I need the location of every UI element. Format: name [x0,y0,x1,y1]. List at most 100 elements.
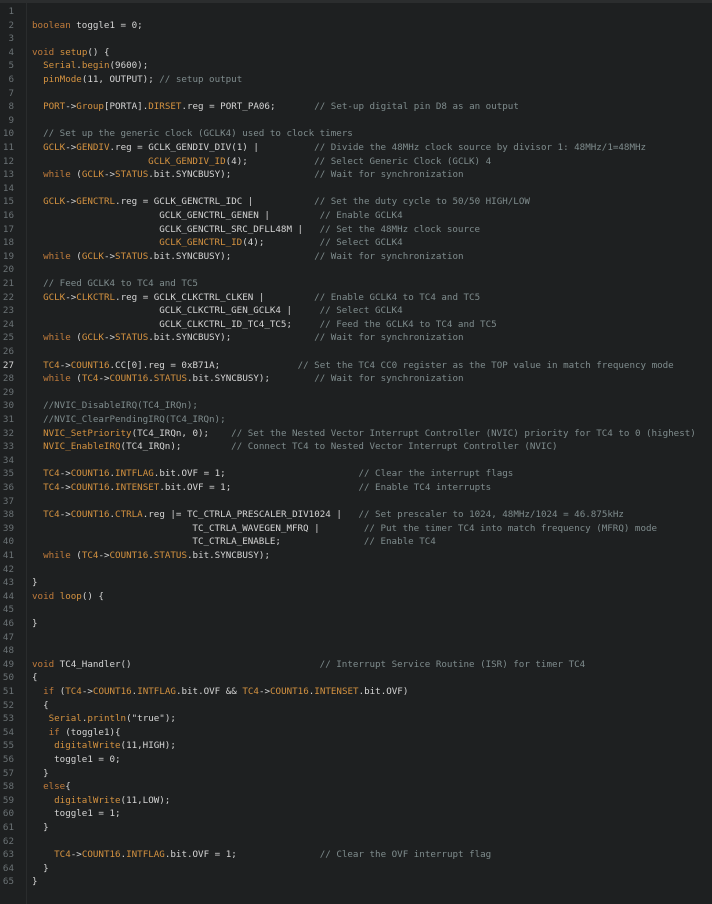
line-number: 43 [2,577,14,589]
code-line[interactable]: while (GCLK->STATUS.bit.SYNCBUSY); // Wa… [32,168,463,182]
line-number: 48 [2,645,14,657]
code-line[interactable]: TC_CTRLA_WAVEGEN_MFRQ | // Put the timer… [32,522,657,536]
code-line[interactable]: GCLK_GENCTRL_SRC_DFLL48M | // Set the 48… [32,223,480,237]
code-line[interactable]: GCLK_CLKCTRL_ID_TC4_TC5; // Feed the GCL… [32,318,496,332]
code-line[interactable]: GCLK->GENCTRL.reg = GCLK_GENCTRL_IDC | /… [32,195,530,209]
line-number: 27 [2,359,14,371]
line-number: 56 [2,754,14,765]
code-line[interactable]: // Set up the generic clock (GCLK4) used… [32,127,353,141]
code-line[interactable]: } [32,767,49,781]
line-number: 12 [2,155,14,167]
code-line[interactable]: } [32,821,49,835]
code-line[interactable]: toggle1 = 1; [32,807,120,821]
code-line[interactable]: while (TC4->COUNT16.STATUS.bit.SYNCBUSY)… [32,372,464,386]
line-number: 20 [2,264,14,276]
line-number: 44 [2,590,14,602]
line-number: 53 [2,713,14,725]
code-line[interactable]: TC4->COUNT16.INTFLAG.bit.OVF = 1; // Cle… [32,467,513,481]
line-number: 21 [2,278,14,289]
line-number: 14 [2,182,14,194]
code-line[interactable]: GCLK_GENCTRL_GENEN | // Enable GCLK4 [32,209,402,223]
line-number: 10 [2,128,14,140]
code-line[interactable]: //NVIC_ClearPendingIRQ(TC4_IRQn); [32,413,226,427]
line-number: 29 [2,386,14,398]
line-number: 38 [2,509,14,521]
gutter-divider [26,3,27,904]
code-line[interactable]: { [32,671,38,685]
code-line[interactable]: TC4->COUNT16.INTENSET.bit.OVF = 1; // En… [32,481,491,495]
code-line[interactable]: while (GCLK->STATUS.bit.SYNCBUSY); // Wa… [32,250,463,264]
line-number: 39 [2,522,14,534]
line-number: 58 [2,781,14,793]
line-number: 35 [2,468,14,480]
line-number: 16 [2,210,14,221]
code-line[interactable]: while (TC4->COUNT16.STATUS.bit.SYNCBUSY)… [32,549,270,563]
line-number: 19 [2,250,14,262]
line-number: 6 [8,74,14,85]
line-number: 2 [8,19,14,31]
line-number: 54 [2,726,14,738]
code-line[interactable]: // Feed GCLK4 to TC4 and TC5 [32,277,198,291]
code-line[interactable]: } [32,576,38,590]
line-number: 28 [2,373,14,385]
line-number: 59 [2,794,14,806]
line-number: 41 [2,550,14,561]
code-line[interactable]: void loop() { [32,590,104,604]
code-line[interactable]: Serial.begin(9600); [32,59,148,73]
line-number: 24 [2,318,14,330]
code-line[interactable]: TC4->COUNT16.CC[0].reg = 0xB71A; // Set … [32,359,674,373]
line-number: 7 [8,87,14,99]
line-number: 65 [2,876,14,888]
code-line[interactable]: void TC4_Handler() // Interrupt Service … [32,658,585,672]
code-line[interactable]: digitalWrite(11,LOW); [32,794,170,808]
code-line[interactable]: else{ [32,780,71,794]
code-line[interactable]: NVIC_SetPriority(TC4_IRQn, 0); // Set th… [32,427,696,441]
code-line[interactable]: } [32,617,38,631]
code-line[interactable]: NVIC_EnableIRQ(TC4_IRQn); // Connect TC4… [32,440,557,454]
line-number: 23 [2,305,14,317]
line-number: 8 [8,101,14,113]
code-line[interactable]: } [32,875,38,889]
line-number: 49 [2,658,14,670]
line-number: 46 [2,618,14,629]
code-line[interactable]: Serial.println("true"); [32,712,176,726]
code-editor[interactable]: 1 2 3 4 5 6 7 8 9 10 11 12 13 14 15 16 17 18 19 20 21 22 23 24 2… [0,0,712,904]
line-number: 34 [2,454,14,466]
code-line[interactable]: TC_CTRLA_ENABLE; // Enable TC4 [32,535,435,549]
code-line[interactable]: if (toggle1){ [32,726,121,740]
code-line[interactable]: TC4->COUNT16.CTRLA.reg |= TC_CTRLA_PRESC… [32,508,624,522]
code-line[interactable]: GCLK->CLKCTRL.reg = GCLK_CLKCTRL_CLKEN |… [32,291,480,305]
code-line[interactable]: //NVIC_DisableIRQ(TC4_IRQn); [32,399,198,413]
code-line[interactable]: GCLK->GENDIV.reg = GCLK_GENDIV_DIV(1) | … [32,141,646,155]
code-line[interactable]: { [32,699,49,713]
code-line[interactable]: boolean toggle1 = 0; [32,19,143,33]
code-line[interactable]: pinMode(11, OUTPUT); // setup output [32,73,242,87]
line-number: 9 [8,114,14,126]
line-number: 32 [2,427,14,439]
line-number: 5 [8,60,14,72]
line-number: 40 [2,536,14,548]
code-line[interactable]: } [32,862,49,876]
code-line[interactable]: if (TC4->COUNT16.INTFLAG.bit.OVF && TC4-… [32,685,408,699]
code-line[interactable]: toggle1 = 0; [32,753,120,767]
code-line[interactable]: GCLK_GENDIV_ID(4); // Select Generic Clo… [32,155,491,169]
code-line[interactable]: TC4->COUNT16.INTFLAG.bit.OVF = 1; // Cle… [32,848,491,862]
line-number: 57 [2,767,14,779]
code-line[interactable]: GCLK_CLKCTRL_GEN_GCLK4 | // Select GCLK4 [32,304,402,318]
code-line[interactable]: digitalWrite(11,HIGH); [32,739,176,753]
code-line[interactable]: void setup() { [32,46,110,60]
line-number: 31 [2,414,14,425]
line-number: 64 [2,862,14,874]
line-number: 60 [2,808,14,820]
code-line[interactable]: GCLK_GENCTRL_ID(4); // Select GCLK4 [32,236,402,250]
code-line[interactable]: while (GCLK->STATUS.bit.SYNCBUSY); // Wa… [32,331,463,345]
line-number: 18 [2,237,14,249]
line-number: 11 [2,142,14,153]
line-number: 22 [2,291,14,303]
line-number: 61 [2,822,14,833]
line-number: 3 [8,33,14,45]
line-number: 15 [2,196,14,208]
code-line[interactable]: PORT->Group[PORTA].DIRSET.reg = PORT_PA0… [32,100,519,114]
line-number: 17 [2,223,14,235]
line-number: 37 [2,495,14,507]
